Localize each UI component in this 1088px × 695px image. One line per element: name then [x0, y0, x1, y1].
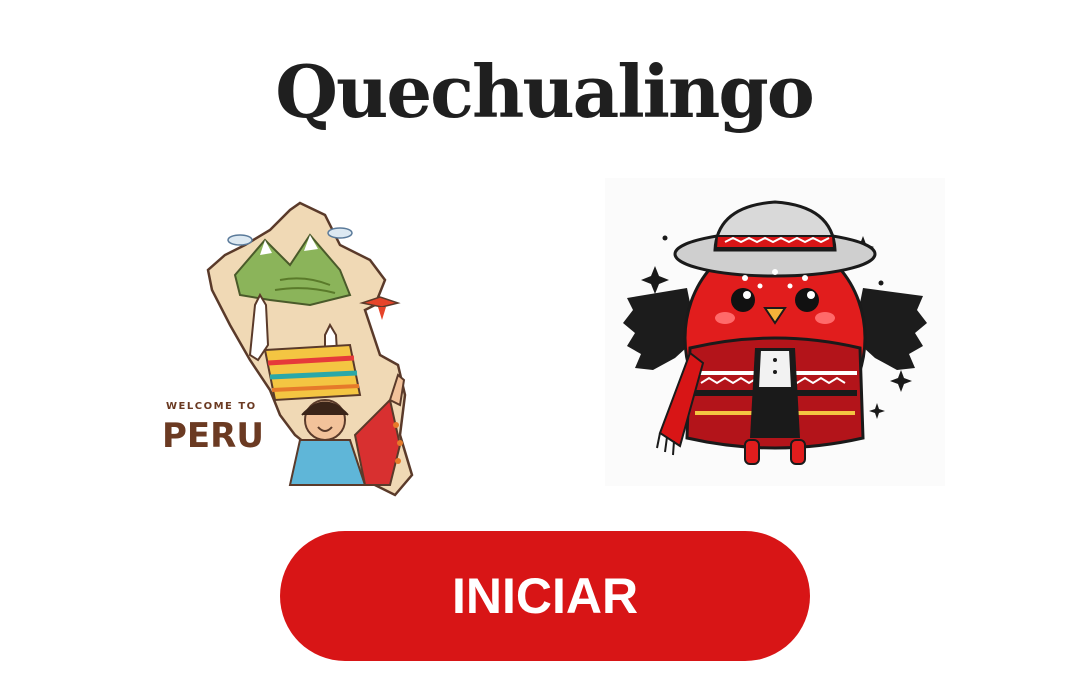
app-title: Quechualingo — [275, 49, 814, 134]
mascot-illustration — [605, 178, 945, 486]
start-button[interactable]: INICIAR — [280, 531, 810, 661]
welcome-caption: WELCOME TO — [166, 401, 257, 412]
start-screen: Quechualingo WELCOME TO PERU INICIAR — [0, 0, 1088, 695]
peru-caption: PERU — [162, 416, 264, 456]
peru-map-illustration-icon: WELCOME TO PERU — [162, 201, 414, 497]
andean-bird-mascot-icon — [623, 200, 927, 465]
peru-map-illustration: WELCOME TO PERU — [150, 185, 450, 505]
